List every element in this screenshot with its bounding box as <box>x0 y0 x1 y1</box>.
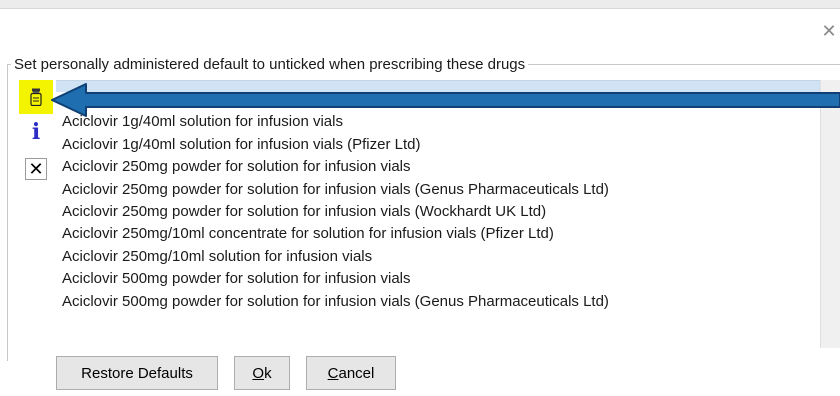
ok-mnemonic: O <box>252 364 265 382</box>
drug-list-item[interactable]: Aciclovir 1g/40ml solution for infusion … <box>62 111 609 133</box>
group-title: Set personally administered default to u… <box>11 56 529 73</box>
remove-icon[interactable]: ✕ <box>25 158 47 180</box>
title-bar-strip <box>0 0 840 9</box>
drug-list-item[interactable]: acetylcholine chloride powder for ophtha… <box>62 89 609 111</box>
drug-list-item[interactable]: Aciclovir 500mg powder for solution for … <box>62 268 609 290</box>
drug-list-item[interactable]: Aciclovir 250mg/10ml solution for infusi… <box>62 246 609 268</box>
dialog-window: ✕ Set personally administered default to… <box>0 0 840 396</box>
vial-icon-graphic <box>30 88 42 106</box>
close-icon[interactable]: ✕ <box>820 22 838 40</box>
drug-list-items: acetylcholine chloride powder for ophtha… <box>62 89 609 313</box>
restore-defaults-button[interactable]: Restore Defaults <box>56 356 218 390</box>
ok-button[interactable]: Ok <box>234 356 290 390</box>
cancel-button[interactable]: Cancel <box>306 356 396 390</box>
drug-list-item[interactable]: Aciclovir 250mg powder for solution for … <box>62 179 609 201</box>
info-icon[interactable]: i <box>25 119 47 145</box>
vertical-scrollbar[interactable] <box>820 80 840 348</box>
cancel-mnemonic: C <box>327 364 339 382</box>
vial-icon[interactable] <box>19 80 53 114</box>
drug-list-item[interactable]: Aciclovir 250mg powder for solution for … <box>62 201 609 223</box>
drug-list-item[interactable]: Aciclovir 250mg powder for solution for … <box>62 156 609 178</box>
cancel-label-rest: ancel <box>338 364 375 382</box>
drug-list-item[interactable]: Aciclovir 1g/40ml solution for infusion … <box>62 134 609 156</box>
ok-label-rest: k <box>264 364 272 382</box>
drug-list[interactable]: acetylcholine chloride powder for ophtha… <box>56 80 820 349</box>
drug-list-item[interactable]: Aciclovir 500mg powder for solution for … <box>62 291 609 313</box>
drug-list-item[interactable]: Aciclovir 250mg/10ml concentrate for sol… <box>62 223 609 245</box>
